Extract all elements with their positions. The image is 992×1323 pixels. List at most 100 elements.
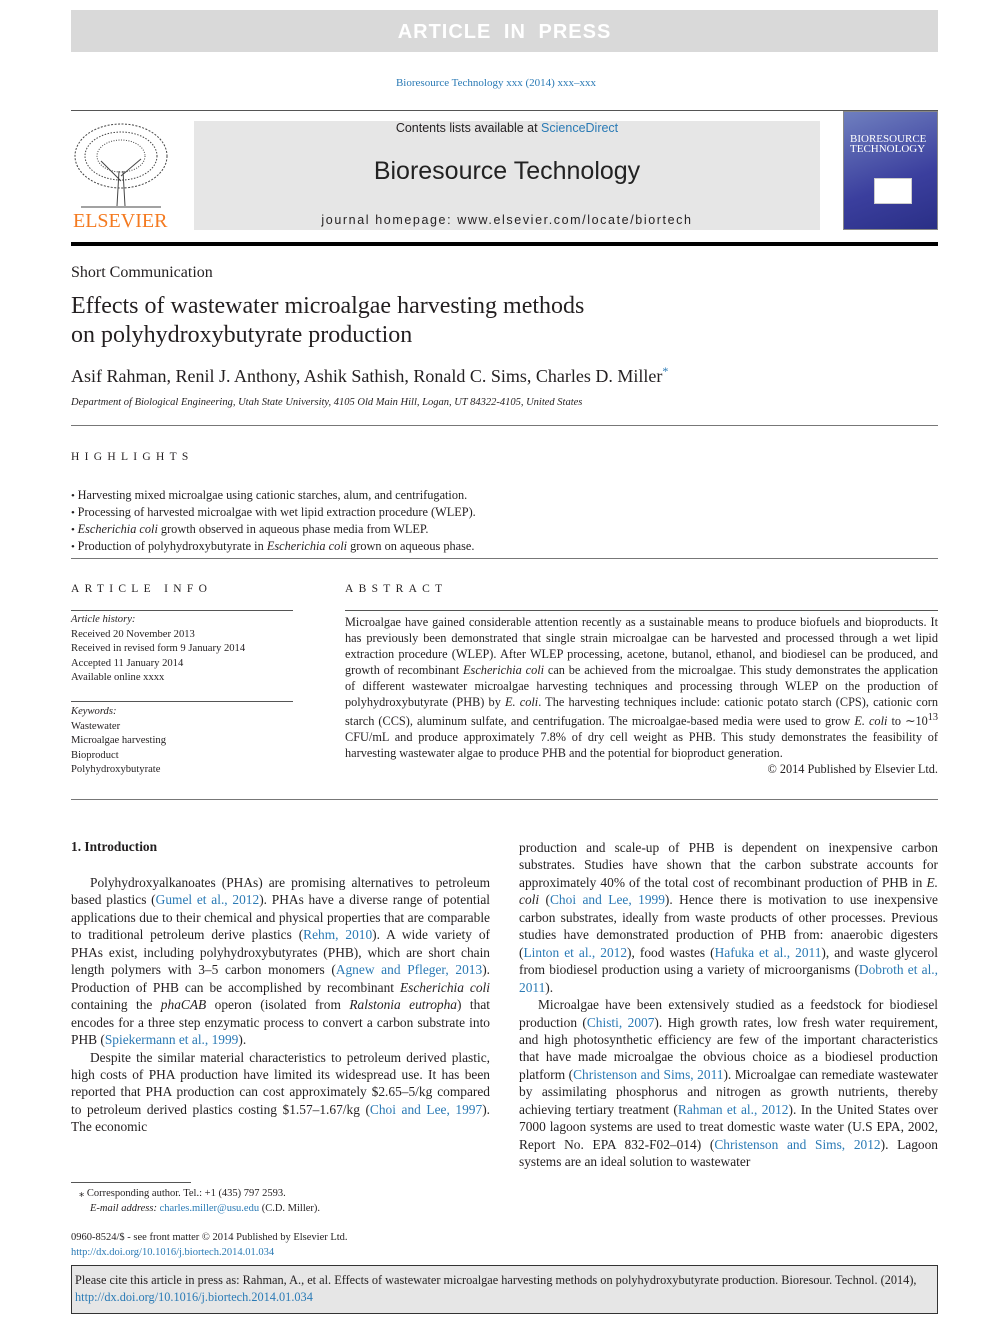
article-type: Short Communication <box>71 264 213 281</box>
cover-title: BIORESOURCE TECHNOLOGY <box>850 133 927 155</box>
reference-link[interactable]: Spiekermann et al., 1999 <box>105 1032 239 1047</box>
reference-link[interactable]: Hafuka et al., 2011 <box>715 945 822 960</box>
article-info-heading: ARTICLE INFO <box>71 583 213 595</box>
cover-figure <box>874 178 912 204</box>
italic-text: Ralstonia eutropha <box>349 997 457 1013</box>
doi-link[interactable]: http://dx.doi.org/10.1016/j.biortech.201… <box>71 1246 348 1261</box>
italic-text: Escherichia coli <box>77 522 158 536</box>
text: containing the <box>71 997 161 1013</box>
text: operon (isolated from <box>206 997 350 1013</box>
copyright: © 2014 Published by Elsevier Ltd. <box>767 762 938 777</box>
history-label: Article history: <box>71 614 136 625</box>
footnote-rule <box>71 1182 191 1183</box>
corresponding-note: ⁎ Corresponding author. Tel.: +1 (435) 7… <box>79 1188 286 1199</box>
text: Processing of harvested microalgae with … <box>77 505 476 519</box>
keyword: Wastewater <box>71 720 121 732</box>
highlight-item: Processing of harvested microalgae with … <box>71 504 476 521</box>
text: grown on aqueous phase. <box>347 539 475 553</box>
paragraph: production and scale-up of PHB is depend… <box>519 839 938 996</box>
highlights-list: Harvesting mixed microalgae using cation… <box>71 487 476 555</box>
reference-link[interactable]: Gumel et al., 2012 <box>156 892 260 907</box>
reference-link[interactable]: Chisti, 2007 <box>587 1015 655 1030</box>
text: ). <box>545 979 554 995</box>
italic-text: Escherichia coli <box>463 663 545 677</box>
corresponding-author-link[interactable]: * <box>662 364 668 378</box>
email-label: E-mail address: <box>90 1203 160 1214</box>
divider <box>71 558 938 559</box>
reference-link[interactable]: Agnew and Pfleger, 2013 <box>336 962 482 977</box>
reference-link[interactable]: Rehm, 2010 <box>303 927 372 942</box>
history-item: Accepted 11 January 2014 <box>71 657 184 669</box>
email-suffix: (C.D. Miller). <box>259 1203 321 1214</box>
contents-prefix: Contents lists available at <box>395 121 542 135</box>
divider <box>71 701 293 702</box>
journal-cover[interactable]: BIORESOURCE TECHNOLOGY <box>843 111 938 230</box>
journal-homepage[interactable]: journal homepage: www.elsevier.com/locat… <box>194 213 820 227</box>
email-link[interactable]: charles.miller@usu.edu <box>160 1203 259 1214</box>
italic-text: E. coli <box>854 714 888 729</box>
article-title: Effects of wastewater microalgae harvest… <box>71 292 671 350</box>
citation-box: Please cite this article in press as: Ra… <box>71 1265 938 1314</box>
reference-link[interactable]: Linton et al., 2012 <box>523 945 627 960</box>
divider <box>71 799 938 800</box>
highlight-item: Escherichia coli growth observed in aque… <box>71 521 476 538</box>
title-line: Effects of wastewater microalgae harvest… <box>71 293 585 319</box>
article-in-press-banner: ARTICLE IN PRESS <box>71 10 938 52</box>
paragraph: Despite the similar material characteris… <box>71 1049 490 1136</box>
reference-link[interactable]: Rahman et al., 2012 <box>678 1102 789 1117</box>
left-column: Polyhydroxyalkanoates (PHAs) are promisi… <box>71 874 490 1136</box>
italic-text: E. coli <box>505 695 539 709</box>
authors: Asif Rahman, Renil J. Anthony, Ashik Sat… <box>71 364 668 387</box>
header-rule <box>71 242 938 246</box>
footnote: ⁎ Corresponding author. Tel.: +1 (435) 7… <box>71 1186 320 1216</box>
article-history: Article history: Received 20 November 20… <box>71 613 293 686</box>
reference-link[interactable]: Christenson and Sims, 2011 <box>573 1067 723 1082</box>
history-item: Received 20 November 2013 <box>71 628 195 640</box>
text: Harvesting mixed microalgae using cation… <box>77 488 468 502</box>
history-item: Received in revised form 9 January 2014 <box>71 643 246 654</box>
author-list: Asif Rahman, Renil J. Anthony, Ashik Sat… <box>71 366 663 386</box>
reference-link[interactable]: Choi and Lee, 1999 <box>550 892 665 907</box>
journal-reference-link[interactable]: Bioresource Technology xxx (2014) xxx–xx… <box>0 77 992 89</box>
elsevier-logo[interactable]: ELSEVIER <box>71 121 171 232</box>
italic-text: phaCAB <box>160 997 207 1013</box>
reference-link[interactable]: Choi and Lee, 1997 <box>370 1102 482 1117</box>
keywords: Keywords: Wastewater Microalgae harvesti… <box>71 705 293 778</box>
issn: 0960-8524/$ - see front matter © 2014 Pu… <box>71 1232 348 1243</box>
text: ( <box>539 892 550 908</box>
journal-title: Bioresource Technology <box>373 157 641 185</box>
text: CFU/mL and produce approximately 7.8% of… <box>345 730 938 761</box>
history-item: Available online xxxx <box>71 672 165 683</box>
paragraph: Polyhydroxyalkanoates (PHAs) are promisi… <box>71 874 490 1049</box>
text: Production of polyhydroxybutyrate in <box>77 539 267 553</box>
elsevier-wordmark: ELSEVIER <box>73 210 168 232</box>
paragraph: Microalgae have been extensively studied… <box>519 996 938 1171</box>
keyword: Bioproduct <box>71 749 119 761</box>
citation-text: Please cite this article in press as: Ra… <box>75 1273 917 1287</box>
italic-text: Escherichia coli <box>266 539 348 553</box>
divider <box>71 110 938 111</box>
abstract: Microalgae have gained considerable atte… <box>345 614 938 777</box>
affiliation: Department of Biological Engineering, Ut… <box>71 397 583 408</box>
italic-text: Escherichia coli <box>399 979 490 995</box>
superscript: 13 <box>927 712 938 723</box>
sciencedirect-link[interactable]: ScienceDirect <box>541 121 618 135</box>
keywords-label: Keywords: <box>71 706 117 717</box>
contents-line: Contents lists available at ScienceDirec… <box>194 121 820 135</box>
right-column: production and scale-up of PHB is depend… <box>519 839 938 1171</box>
text: to ∼10 <box>887 714 928 729</box>
divider <box>345 610 938 611</box>
abstract-body: Microalgae have gained considerable atte… <box>345 614 938 761</box>
highlights-heading: HIGHLIGHTS <box>71 451 194 463</box>
text: ), food wastes ( <box>627 944 715 960</box>
reference-link[interactable]: Christenson and Sims, 2012 <box>714 1137 880 1152</box>
section-heading: 1. Introduction <box>71 839 158 854</box>
text: growth observed in aqueous phase media f… <box>157 522 429 536</box>
highlight-item: Production of polyhydroxybutyrate in Esc… <box>71 538 476 555</box>
citation-doi-link[interactable]: http://dx.doi.org/10.1016/j.biortech.201… <box>75 1290 313 1304</box>
title-line: on polyhydroxybutyrate production <box>71 322 413 348</box>
divider <box>71 610 293 611</box>
keyword: Microalgae harvesting <box>71 735 167 746</box>
divider <box>71 425 938 426</box>
keyword: Polyhydroxybutyrate <box>71 764 161 775</box>
